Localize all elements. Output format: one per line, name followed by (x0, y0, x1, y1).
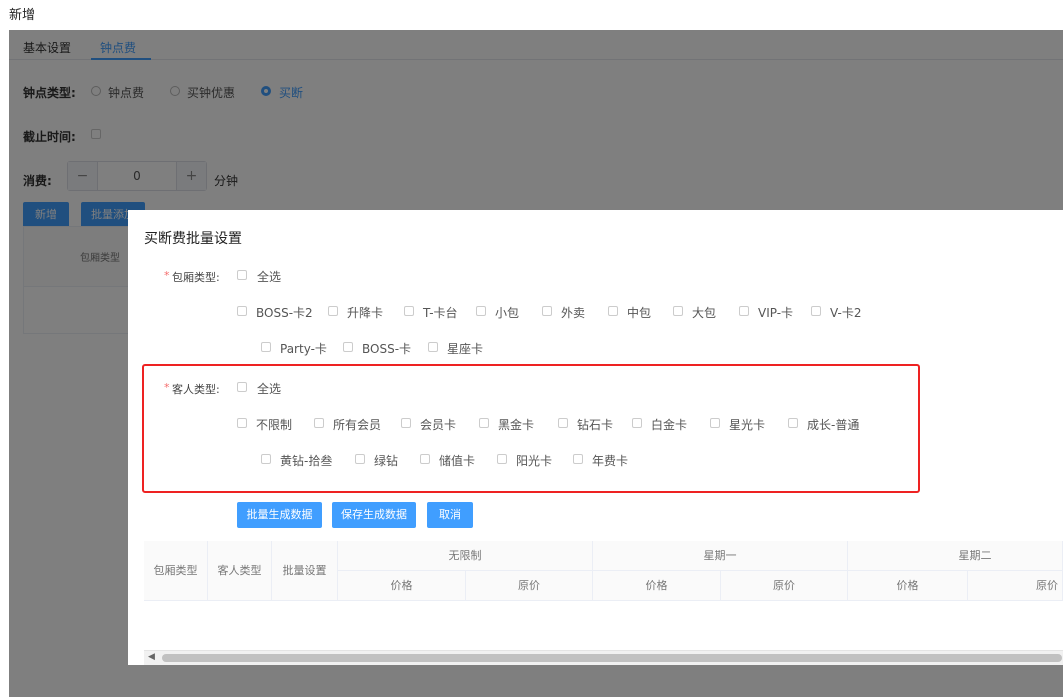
guest-option-checkbox[interactable] (401, 418, 411, 428)
guest-option-checkbox[interactable] (497, 454, 507, 464)
guest-option-label: 白金卡 (651, 418, 688, 432)
horizontal-scrollbar[interactable]: ◀ (144, 650, 1063, 665)
room-option-label: T-卡台 (423, 306, 458, 320)
room-option-label: 外卖 (561, 306, 586, 320)
room-option-checkbox[interactable] (476, 306, 486, 316)
guest-required-mark: * (164, 381, 170, 394)
room-option-checkbox[interactable] (673, 306, 683, 316)
room-option-label: 升降卡 (347, 306, 384, 320)
guest-option-checkbox[interactable] (237, 418, 247, 428)
guest-option-label: 储值卡 (439, 454, 476, 468)
guest-type-label: 客人类型: (172, 383, 220, 396)
guest-option-label: 会员卡 (420, 418, 457, 432)
guest-option-checkbox[interactable] (479, 418, 489, 428)
guest-option-label: 黑金卡 (498, 418, 535, 432)
room-option-checkbox[interactable] (811, 306, 821, 316)
guest-option-checkbox[interactable] (788, 418, 798, 428)
room-option-label: V-卡2 (830, 306, 862, 320)
room-select-all-label: 全选 (257, 270, 282, 284)
th-batch-setting: 批量设置 (272, 541, 338, 601)
price-table: 包厢类型 客人类型 批量设置 无限制 星期一 星期二 价格 原价 价格 原价 价… (144, 541, 1063, 651)
room-select-all-checkbox[interactable] (237, 270, 247, 280)
guest-option-label: 钻石卡 (577, 418, 614, 432)
room-option-checkbox[interactable] (428, 342, 438, 352)
room-option-checkbox[interactable] (261, 342, 271, 352)
th-unlimited-price: 价格 (338, 571, 466, 601)
room-option-label: VIP-卡 (758, 306, 794, 320)
guest-option-label: 成长-普通 (807, 418, 860, 432)
guest-option-label: 绿钻 (374, 454, 399, 468)
guest-option-label: 所有会员 (333, 418, 382, 432)
th-tuesday-original-price: 原价 (968, 571, 1063, 601)
room-option-checkbox[interactable] (404, 306, 414, 316)
dialog-title: 买断费批量设置 (144, 231, 242, 247)
room-option-label: 星座卡 (447, 342, 484, 356)
guest-option-label: 黄钻-拾叁 (280, 454, 333, 468)
th-monday-original-price: 原价 (721, 571, 848, 601)
guest-option-checkbox[interactable] (632, 418, 642, 428)
guest-option-label: 星光卡 (729, 418, 766, 432)
room-option-label: 大包 (692, 306, 717, 320)
room-option-checkbox[interactable] (739, 306, 749, 316)
guest-option-checkbox[interactable] (420, 454, 430, 464)
guest-select-all-checkbox[interactable] (237, 382, 247, 392)
guest-option-label: 阳光卡 (516, 454, 553, 468)
cancel-button[interactable]: 取消 (427, 502, 473, 528)
th-group-monday: 星期一 (593, 541, 848, 571)
th-monday-price: 价格 (593, 571, 721, 601)
guest-option-checkbox[interactable] (710, 418, 720, 428)
guest-option-checkbox[interactable] (355, 454, 365, 464)
batch-generate-button[interactable]: 批量生成数据 (237, 502, 322, 528)
room-option-label: BOSS-卡 (362, 342, 412, 356)
scroll-thumb[interactable] (162, 654, 1062, 662)
save-generated-button[interactable]: 保存生成数据 (332, 502, 416, 528)
room-option-label: BOSS-卡2 (256, 306, 313, 320)
guest-option-checkbox[interactable] (558, 418, 568, 428)
room-required-mark: * (164, 269, 170, 282)
th-unlimited-original-price: 原价 (466, 571, 593, 601)
room-option-label: 中包 (627, 306, 652, 320)
room-option-checkbox[interactable] (542, 306, 552, 316)
room-option-checkbox[interactable] (343, 342, 353, 352)
room-option-checkbox[interactable] (608, 306, 618, 316)
th-guest-type: 客人类型 (208, 541, 272, 601)
guest-option-checkbox[interactable] (573, 454, 583, 464)
room-option-label: 小包 (495, 306, 520, 320)
th-group-tuesday: 星期二 (848, 541, 1063, 571)
guest-option-checkbox[interactable] (314, 418, 324, 428)
guest-option-label: 年费卡 (592, 454, 629, 468)
guest-option-checkbox[interactable] (261, 454, 271, 464)
guest-option-label: 不限制 (256, 418, 293, 432)
th-tuesday-price: 价格 (848, 571, 968, 601)
page-title: 新增 (9, 8, 36, 23)
room-option-checkbox[interactable] (328, 306, 338, 316)
th-group-unlimited: 无限制 (338, 541, 593, 571)
guest-select-all-label: 全选 (257, 382, 282, 396)
scroll-left-arrow-icon[interactable]: ◀ (148, 652, 155, 662)
room-option-checkbox[interactable] (237, 306, 247, 316)
room-type-label: 包厢类型: (172, 271, 220, 284)
room-option-label: Party-卡 (280, 342, 327, 356)
th-room-type: 包厢类型 (144, 541, 208, 601)
batch-setting-dialog: 买断费批量设置 * 包厢类型: 全选 BOSS-卡2 升降卡 T-卡台 小包 外卖 中包 大… (128, 210, 1063, 665)
